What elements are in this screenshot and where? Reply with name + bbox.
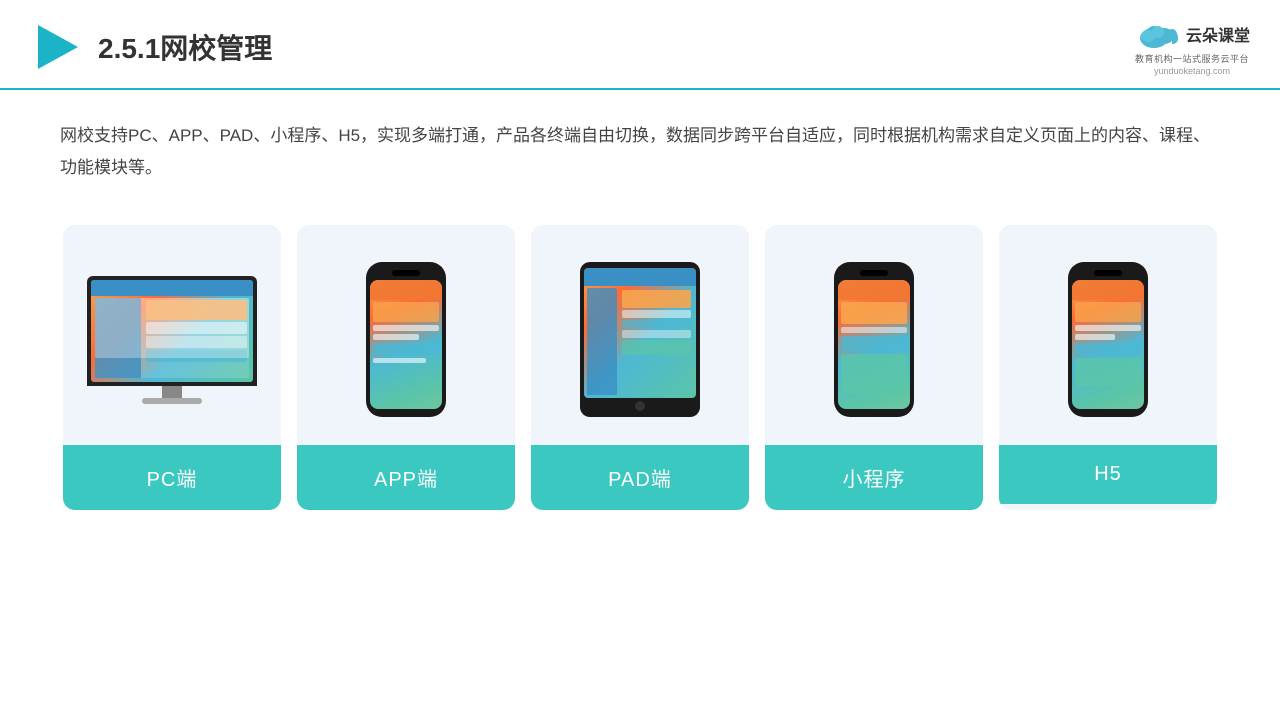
content: 网校支持PC、APP、PAD、小程序、H5，实现多端打通，产品各终端自由切换，数… bbox=[0, 90, 1280, 530]
h5-green bbox=[1075, 358, 1141, 386]
miniapp-banner bbox=[841, 302, 907, 324]
cards-container: PC端 bbox=[60, 225, 1220, 510]
page-title: 2.5.1网校管理 bbox=[98, 27, 272, 67]
logo-url: yunduoketang.com bbox=[1154, 66, 1230, 76]
phone-line1 bbox=[373, 325, 439, 331]
miniapp-teal bbox=[841, 336, 907, 351]
phone-outer-miniapp bbox=[834, 262, 914, 417]
pc-screen-outer bbox=[87, 276, 257, 386]
tablet-outer bbox=[580, 262, 700, 417]
pc-base bbox=[142, 398, 202, 404]
card-image-app bbox=[297, 225, 515, 445]
phone-line2 bbox=[373, 334, 419, 340]
card-pad: PAD端 bbox=[531, 225, 749, 510]
card-label-h5: H5 bbox=[999, 445, 1217, 504]
phone-banner bbox=[373, 302, 439, 322]
phone-screen-content-app bbox=[373, 302, 439, 406]
card-miniapp: 小程序 bbox=[765, 225, 983, 510]
logo-area: 云朵课堂 教育机构一站式服务云平台 yunduoketang.com bbox=[1134, 18, 1250, 76]
card-image-pad bbox=[531, 225, 749, 445]
phone-screen-miniapp bbox=[838, 280, 910, 409]
tablet-home-button bbox=[635, 401, 645, 411]
card-label-app: APP端 bbox=[297, 445, 515, 510]
phone-teal bbox=[373, 343, 439, 355]
card-label-pc: PC端 bbox=[63, 445, 281, 510]
logo-cloud: 云朵课堂 bbox=[1134, 18, 1250, 50]
phone-notch-app bbox=[392, 270, 420, 276]
phone-screen-h5 bbox=[1072, 280, 1144, 409]
phone-mockup-h5 bbox=[1068, 262, 1148, 417]
card-label-miniapp: 小程序 bbox=[765, 445, 983, 510]
card-pc: PC端 bbox=[63, 225, 281, 510]
phone-mockup-miniapp bbox=[834, 262, 914, 417]
cloud-icon bbox=[1134, 18, 1182, 50]
logo-name: 云朵课堂 bbox=[1186, 22, 1250, 46]
play-icon bbox=[30, 21, 82, 73]
phone-mockup-app bbox=[366, 262, 446, 417]
phone-notch-miniapp bbox=[860, 270, 888, 276]
logo-tagline: 教育机构一站式服务云平台 bbox=[1135, 52, 1249, 65]
description: 网校支持PC、APP、PAD、小程序、H5，实现多端打通，产品各终端自由切换，数… bbox=[60, 120, 1220, 185]
card-app: APP端 bbox=[297, 225, 515, 510]
phone-outer-app bbox=[366, 262, 446, 417]
pc-mockup bbox=[87, 276, 257, 404]
tablet-mockup bbox=[580, 262, 700, 417]
h5-teal bbox=[1075, 343, 1141, 355]
phone-screen-content-h5 bbox=[1075, 302, 1141, 406]
phone-line3 bbox=[373, 358, 426, 363]
card-h5: H5 bbox=[999, 225, 1217, 510]
card-image-h5 bbox=[999, 225, 1217, 445]
card-image-pc bbox=[63, 225, 281, 445]
phone-outer-h5 bbox=[1068, 262, 1148, 417]
miniapp-green bbox=[841, 354, 907, 394]
phone-notch-h5 bbox=[1094, 270, 1122, 276]
card-label-pad: PAD端 bbox=[531, 445, 749, 510]
tablet-screen bbox=[584, 268, 696, 398]
header-left: 2.5.1网校管理 bbox=[30, 21, 272, 73]
card-image-miniapp bbox=[765, 225, 983, 445]
pc-neck bbox=[162, 386, 182, 398]
miniapp-line1 bbox=[841, 327, 907, 333]
h5-line1 bbox=[1075, 325, 1141, 331]
pc-screen-inner bbox=[91, 280, 253, 382]
h5-line2 bbox=[1075, 334, 1115, 340]
miniapp-screen-content bbox=[841, 302, 907, 406]
h5-banner bbox=[1075, 302, 1141, 322]
header: 2.5.1网校管理 云朵课堂 教育机构一站式服务云平台 yunduoketang… bbox=[0, 0, 1280, 90]
phone-screen-app bbox=[370, 280, 442, 409]
